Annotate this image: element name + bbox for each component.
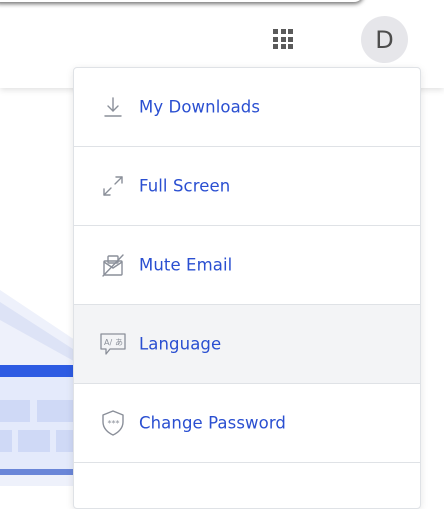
menu-item-label: My Downloads (139, 97, 261, 117)
download-icon (98, 92, 128, 122)
shield-password-icon: *** (98, 408, 128, 438)
window-edge (0, 0, 364, 2)
language-icon: A/ あ (98, 329, 128, 359)
user-dropdown-menu: My Downloads Full Screen Mute Email A/ あ… (73, 67, 421, 509)
menu-item-label: Language (139, 334, 222, 354)
menu-item-change-password[interactable]: *** Change Password (74, 384, 420, 463)
menu-item-label: Full Screen (139, 176, 231, 196)
menu-item-mute-email[interactable]: Mute Email (74, 226, 420, 305)
mute-email-icon (98, 250, 128, 280)
svg-text:あ: あ (115, 338, 123, 347)
menu-item-my-downloads[interactable]: My Downloads (74, 68, 420, 147)
apps-grid-icon[interactable] (266, 22, 300, 56)
svg-text:A/: A/ (104, 338, 112, 347)
menu-item-full-screen[interactable]: Full Screen (74, 147, 420, 226)
avatar[interactable]: D (361, 16, 408, 63)
menu-item-label: Mute Email (139, 255, 233, 275)
expand-icon (98, 171, 128, 201)
menu-item-language[interactable]: A/ あ Language (74, 305, 420, 384)
menu-item-label: Change Password (139, 413, 286, 433)
svg-text:***: *** (108, 419, 120, 428)
